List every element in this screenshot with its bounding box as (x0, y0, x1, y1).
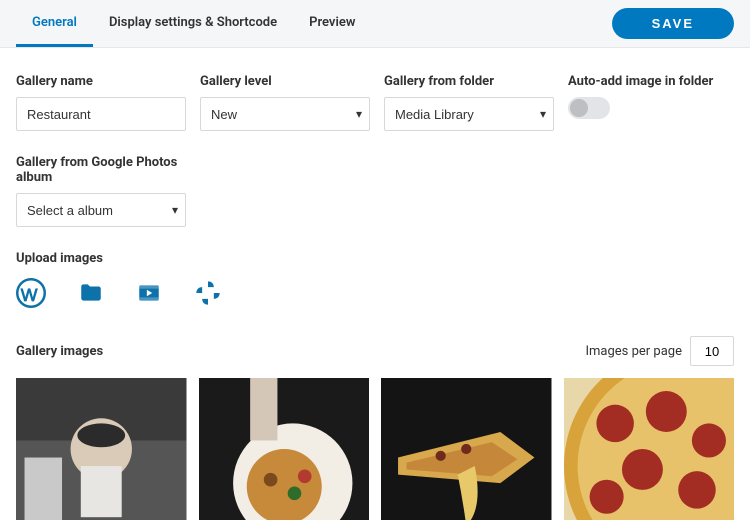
gallery-header: Gallery images Images per page (16, 336, 734, 366)
tab-display-settings[interactable]: Display settings & Shortcode (93, 0, 293, 47)
gallery-item[interactable] (381, 378, 552, 520)
google-photos-select[interactable] (16, 193, 186, 227)
label-google-photos: Gallery from Google Photos album (16, 155, 186, 185)
gallery-thumbnail (381, 378, 552, 520)
wordpress-icon[interactable] (16, 278, 46, 308)
label-auto-add: Auto-add image in folder (568, 74, 718, 89)
gallery-name-input[interactable] (16, 97, 186, 131)
header-bar: General Display settings & Shortcode Pre… (0, 0, 750, 48)
group-gallery-level: Gallery level ▾ (200, 74, 370, 131)
gallery-item[interactable] (16, 378, 187, 520)
gallery-thumbnail (16, 378, 187, 520)
gallery-level-select[interactable] (200, 97, 370, 131)
gallery-grid (16, 378, 734, 520)
label-gallery-name: Gallery name (16, 74, 186, 89)
gallery-thumbnail (199, 378, 370, 520)
tab-preview[interactable]: Preview (293, 0, 371, 47)
auto-add-toggle[interactable] (568, 97, 610, 119)
form-row-1: Gallery name Gallery level ▾ Gallery fro… (16, 74, 734, 131)
tab-general[interactable]: General (16, 0, 93, 47)
google-photos-icon[interactable] (194, 279, 222, 307)
gallery-images-label: Gallery images (16, 344, 103, 359)
label-gallery-level: Gallery level (200, 74, 370, 89)
save-button[interactable]: SAVE (612, 8, 734, 39)
content-area: Gallery name Gallery level ▾ Gallery fro… (0, 48, 750, 520)
tabs: General Display settings & Shortcode Pre… (16, 0, 371, 47)
group-google-photos: Gallery from Google Photos album ▾ (16, 155, 186, 227)
gallery-item[interactable] (564, 378, 735, 520)
group-gallery-from-folder: Gallery from folder ▾ (384, 74, 554, 131)
gallery-from-folder-select[interactable] (384, 97, 554, 131)
upload-images-label: Upload images (16, 251, 734, 266)
toggle-knob (570, 99, 588, 117)
form-row-2: Gallery from Google Photos album ▾ (16, 155, 734, 227)
label-gallery-from-folder: Gallery from folder (384, 74, 554, 89)
video-icon[interactable] (136, 280, 162, 306)
group-auto-add: Auto-add image in folder (568, 74, 718, 131)
gallery-item[interactable] (199, 378, 370, 520)
images-per-page-input[interactable] (690, 336, 734, 366)
gallery-thumbnail (564, 378, 735, 520)
group-gallery-name: Gallery name (16, 74, 186, 131)
folder-icon[interactable] (78, 280, 104, 306)
images-per-page-label: Images per page (585, 344, 682, 359)
upload-row (16, 278, 734, 308)
